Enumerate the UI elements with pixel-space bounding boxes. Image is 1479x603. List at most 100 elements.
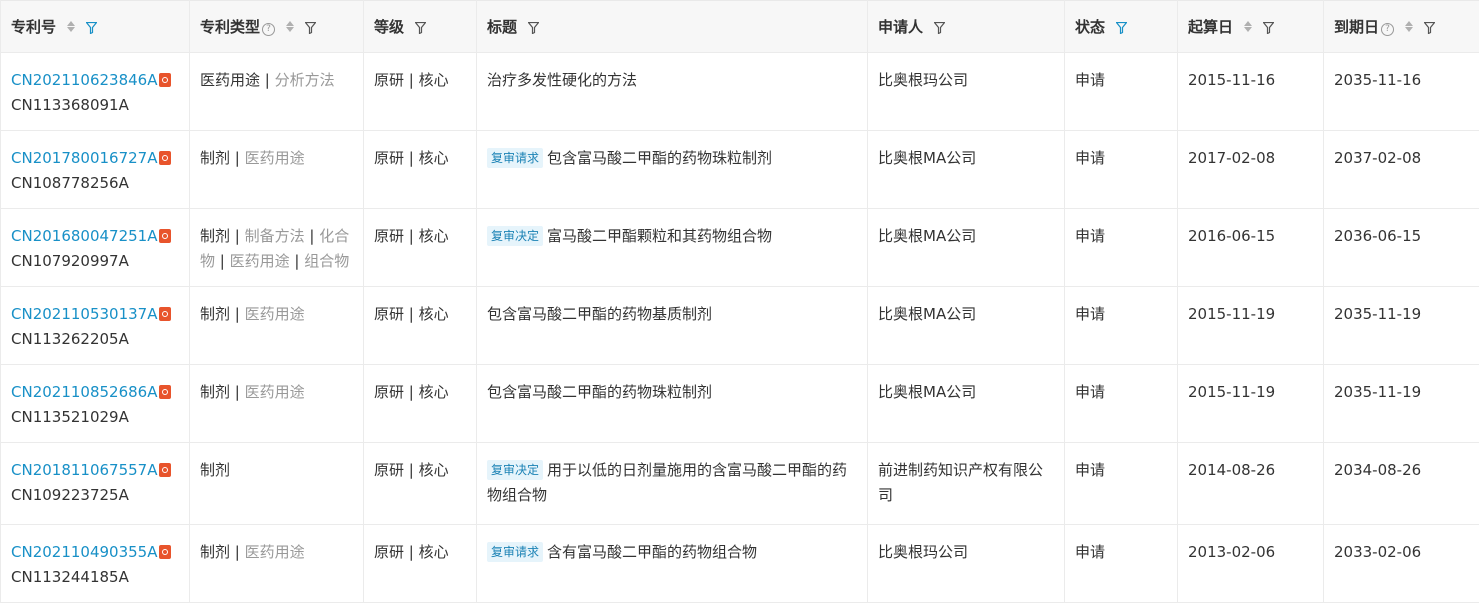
table-header-row: 专利号 专利类型? 等级 标题 申请人 状态 bbox=[1, 1, 1479, 53]
patent-type-item: 制备方法 bbox=[245, 227, 305, 245]
help-icon[interactable]: ? bbox=[262, 23, 275, 36]
patent-type-list: 制剂 | 医药用途 bbox=[200, 305, 305, 323]
cell-patent-no: CN201680047251A CN107920997A bbox=[1, 209, 190, 287]
cell-applicant: 前进制药知识产权有限公司 bbox=[868, 443, 1065, 525]
pdf-icon[interactable] bbox=[159, 545, 171, 559]
type-separator: | bbox=[230, 383, 245, 401]
col-header-applicant: 申请人 bbox=[868, 1, 1065, 53]
sort-icon[interactable] bbox=[1405, 20, 1413, 33]
application-number-link[interactable]: CN202110530137A bbox=[11, 305, 157, 323]
table-row: CN202110530137A CN113262205A 制剂 | 医药用途 原… bbox=[1, 287, 1479, 365]
application-number-link[interactable]: CN202110490355A bbox=[11, 543, 157, 561]
filter-icon[interactable] bbox=[934, 20, 945, 38]
sort-icon[interactable] bbox=[67, 20, 75, 33]
cell-level: 原研 | 核心 bbox=[364, 209, 477, 287]
cell-expiry-date: 2037-02-08 bbox=[1324, 131, 1479, 209]
cell-status: 申请 bbox=[1065, 131, 1178, 209]
publication-number: CN108778256A bbox=[11, 174, 129, 192]
filter-icon[interactable] bbox=[528, 20, 539, 38]
pdf-icon[interactable] bbox=[159, 229, 171, 243]
filter-icon[interactable] bbox=[1116, 20, 1127, 38]
sort-icon[interactable] bbox=[286, 20, 294, 33]
cell-level: 原研 | 核心 bbox=[364, 287, 477, 365]
publication-number: CN107920997A bbox=[11, 252, 129, 270]
application-number-link[interactable]: CN201780016727A bbox=[11, 149, 157, 167]
type-separator: | bbox=[215, 252, 230, 270]
col-header-patent-no: 专利号 bbox=[1, 1, 190, 53]
patent-type-item: 制剂 bbox=[200, 305, 230, 323]
type-separator: | bbox=[305, 227, 320, 245]
sort-icon[interactable] bbox=[1244, 20, 1252, 33]
cell-patent-type: 制剂 | 医药用途 bbox=[190, 525, 364, 603]
review-tag[interactable]: 复审决定 bbox=[487, 460, 543, 480]
patent-type-list: 制剂 | 制备方法 | 化合物 | 医药用途 | 组合物 bbox=[200, 227, 349, 270]
cell-patent-type: 制剂 | 医药用途 bbox=[190, 287, 364, 365]
pdf-icon[interactable] bbox=[159, 73, 171, 87]
filter-icon[interactable] bbox=[305, 20, 316, 38]
cell-level: 原研 | 核心 bbox=[364, 53, 477, 131]
type-separator: | bbox=[230, 227, 245, 245]
cell-expiry-date: 2033-02-06 bbox=[1324, 525, 1479, 603]
cell-applicant: 比奥根MA公司 bbox=[868, 287, 1065, 365]
cell-patent-type: 制剂 | 医药用途 bbox=[190, 131, 364, 209]
filter-icon[interactable] bbox=[86, 20, 97, 38]
type-separator: | bbox=[260, 71, 275, 89]
application-number-link[interactable]: CN201811067557A bbox=[11, 461, 157, 479]
pdf-icon[interactable] bbox=[159, 385, 171, 399]
cell-patent-type: 制剂 bbox=[190, 443, 364, 525]
patent-type-item: 医药用途 bbox=[245, 149, 305, 167]
cell-title: 复审请求包含富马酸二甲酯的药物珠粒制剂 bbox=[477, 131, 868, 209]
cell-title: 复审决定用于以低的日剂量施用的含富马酸二甲酯的药物组合物 bbox=[477, 443, 868, 525]
col-header-label: 申请人 bbox=[878, 18, 923, 36]
cell-expiry-date: 2035-11-19 bbox=[1324, 365, 1479, 443]
filter-icon[interactable] bbox=[1263, 20, 1274, 38]
cell-start-date: 2017-02-08 bbox=[1178, 131, 1324, 209]
application-number-link[interactable]: CN202110852686A bbox=[11, 383, 157, 401]
cell-start-date: 2015-11-16 bbox=[1178, 53, 1324, 131]
cell-title: 复审请求含有富马酸二甲酯的药物组合物 bbox=[477, 525, 868, 603]
cell-applicant: 比奥根玛公司 bbox=[868, 53, 1065, 131]
cell-applicant: 比奥根MA公司 bbox=[868, 131, 1065, 209]
patent-type-item: 制剂 bbox=[200, 383, 230, 401]
help-icon[interactable]: ? bbox=[1381, 23, 1394, 36]
type-separator: | bbox=[230, 305, 245, 323]
cell-applicant: 比奥根玛公司 bbox=[868, 525, 1065, 603]
cell-status: 申请 bbox=[1065, 53, 1178, 131]
col-header-status: 状态 bbox=[1065, 1, 1178, 53]
cell-status: 申请 bbox=[1065, 525, 1178, 603]
col-header-label: 标题 bbox=[487, 18, 517, 36]
patent-type-item: 分析方法 bbox=[275, 71, 335, 89]
pdf-icon[interactable] bbox=[159, 307, 171, 321]
review-tag[interactable]: 复审请求 bbox=[487, 148, 543, 168]
type-separator: | bbox=[230, 543, 245, 561]
cell-title: 复审决定富马酸二甲酯颗粒和其药物组合物 bbox=[477, 209, 868, 287]
table-row: CN201680047251A CN107920997A 制剂 | 制备方法 |… bbox=[1, 209, 1479, 287]
table-row: CN202110852686A CN113521029A 制剂 | 医药用途 原… bbox=[1, 365, 1479, 443]
patent-type-list: 制剂 bbox=[200, 461, 230, 479]
review-tag[interactable]: 复审请求 bbox=[487, 542, 543, 562]
cell-expiry-date: 2036-06-15 bbox=[1324, 209, 1479, 287]
type-separator: | bbox=[230, 149, 245, 167]
cell-start-date: 2014-08-26 bbox=[1178, 443, 1324, 525]
patent-type-item: 制剂 bbox=[200, 227, 230, 245]
patent-type-item: 医药用途 bbox=[245, 383, 305, 401]
application-number-link[interactable]: CN202110623846A bbox=[11, 71, 157, 89]
cell-level: 原研 | 核心 bbox=[364, 525, 477, 603]
patent-title: 治疗多发性硬化的方法 bbox=[487, 71, 637, 89]
publication-number: CN113262205A bbox=[11, 330, 129, 348]
cell-expiry-date: 2034-08-26 bbox=[1324, 443, 1479, 525]
cell-patent-no: CN202110623846A CN113368091A bbox=[1, 53, 190, 131]
cell-title: 包含富马酸二甲酯的药物基质制剂 bbox=[477, 287, 868, 365]
pdf-icon[interactable] bbox=[159, 463, 171, 477]
filter-icon[interactable] bbox=[415, 20, 426, 38]
col-header-level: 等级 bbox=[364, 1, 477, 53]
pdf-icon[interactable] bbox=[159, 151, 171, 165]
patent-title: 包含富马酸二甲酯的药物珠粒制剂 bbox=[547, 149, 772, 167]
filter-icon[interactable] bbox=[1424, 20, 1435, 38]
application-number-link[interactable]: CN201680047251A bbox=[11, 227, 157, 245]
review-tag[interactable]: 复审决定 bbox=[487, 226, 543, 246]
table-body: CN202110623846A CN113368091A 医药用途 | 分析方法… bbox=[1, 53, 1479, 603]
cell-level: 原研 | 核心 bbox=[364, 443, 477, 525]
col-header-label: 状态 bbox=[1075, 18, 1105, 36]
cell-patent-no: CN202110852686A CN113521029A bbox=[1, 365, 190, 443]
